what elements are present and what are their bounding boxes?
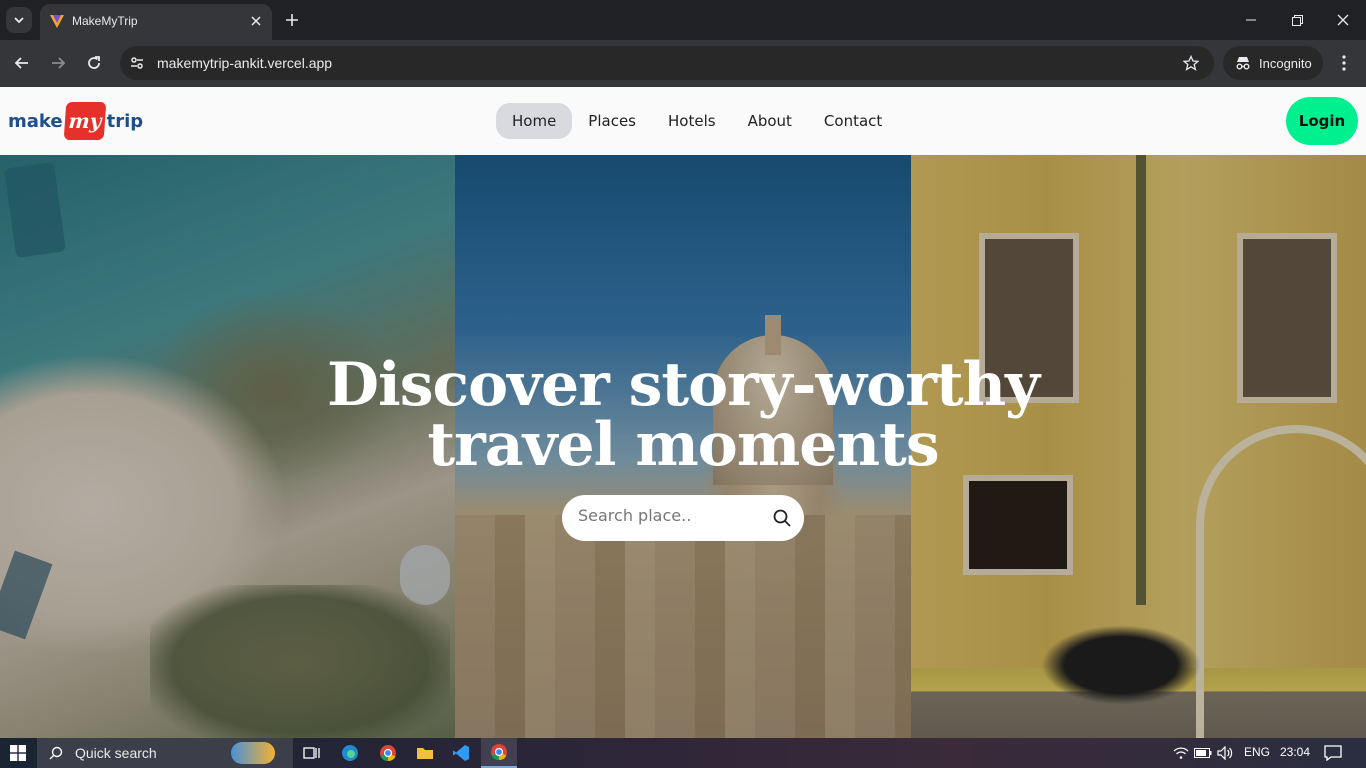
hero-title: Discover story-worthy travel moments xyxy=(0,355,1366,475)
forward-button[interactable] xyxy=(47,52,69,74)
tab-close-button[interactable] xyxy=(248,13,264,29)
incognito-indicator[interactable]: Incognito xyxy=(1223,46,1323,80)
folder-icon xyxy=(417,748,433,759)
reload-button[interactable] xyxy=(83,52,105,74)
back-button[interactable] xyxy=(11,52,33,74)
task-view-button[interactable] xyxy=(301,742,323,764)
edge-icon xyxy=(342,745,358,761)
address-bar[interactable]: makemytrip-ankit.vercel.app xyxy=(120,46,1214,80)
nav-hotels[interactable]: Hotels xyxy=(652,103,732,139)
tune-icon xyxy=(131,57,143,69)
incognito-label: Incognito xyxy=(1259,55,1312,71)
nav-about[interactable]: About xyxy=(732,103,808,139)
chrome-icon xyxy=(491,744,507,761)
search-icon[interactable] xyxy=(772,508,792,528)
restore-button[interactable] xyxy=(1274,6,1320,34)
close-icon xyxy=(251,16,261,26)
chrome-icon xyxy=(380,745,396,762)
search-highlight-icon xyxy=(230,742,275,764)
chevron-down-icon xyxy=(14,17,24,24)
logo-text-my: my xyxy=(67,109,102,133)
speaker-icon xyxy=(1217,746,1233,760)
tab-search-button[interactable] xyxy=(6,7,32,33)
arrow-left-icon xyxy=(14,57,28,69)
browser-menu-button[interactable] xyxy=(1334,53,1354,73)
taskbar-search[interactable]: Quick search xyxy=(37,738,293,768)
search-icon xyxy=(49,746,63,760)
network-status[interactable] xyxy=(1170,742,1192,764)
reload-icon xyxy=(88,56,100,69)
windows-taskbar: Quick search ENG 23:04 xyxy=(0,738,1366,768)
battery-status[interactable] xyxy=(1192,742,1214,764)
hero-title-line-2: travel moments xyxy=(427,410,939,480)
input-language[interactable]: ENG xyxy=(1244,745,1270,759)
arrow-right-icon xyxy=(52,57,66,69)
browser-tab[interactable]: MakeMyTrip xyxy=(40,4,272,40)
taskbar-chrome-active[interactable] xyxy=(481,738,517,768)
notifications-button[interactable] xyxy=(1322,742,1344,764)
browser-toolbar: makemytrip-ankit.vercel.app Incognito xyxy=(0,40,1366,87)
site-navbar: make my trip Home Places Hotels About Co… xyxy=(0,87,1366,155)
login-button[interactable]: Login xyxy=(1286,97,1358,145)
more-vertical-icon xyxy=(1342,55,1346,71)
browser-tab-strip: MakeMyTrip xyxy=(0,0,1366,40)
nav-home[interactable]: Home xyxy=(496,103,573,139)
wifi-icon xyxy=(1173,747,1189,759)
restore-icon xyxy=(1291,14,1303,26)
taskbar-chrome[interactable] xyxy=(377,742,399,764)
windows-start-icon[interactable] xyxy=(10,745,26,761)
taskbar-file-explorer[interactable] xyxy=(414,742,436,764)
logo-text-trip: trip xyxy=(106,110,144,132)
vscode-icon xyxy=(453,745,469,761)
volume-control[interactable] xyxy=(1214,742,1236,764)
taskbar-vscode[interactable] xyxy=(450,742,472,764)
notification-icon xyxy=(1324,745,1342,761)
tab-title: MakeMyTrip xyxy=(72,14,138,28)
minimize-icon xyxy=(1246,19,1256,21)
site-info-button[interactable] xyxy=(128,54,146,72)
taskbar-edge[interactable] xyxy=(339,742,361,764)
url-text: makemytrip-ankit.vercel.app xyxy=(157,55,333,71)
place-search-box xyxy=(562,495,804,541)
new-tab-button[interactable] xyxy=(282,10,302,30)
main-nav: Home Places Hotels About Contact xyxy=(496,103,898,139)
incognito-icon xyxy=(1236,57,1250,70)
battery-icon xyxy=(1194,748,1212,758)
logo-text-make: make xyxy=(8,110,63,132)
task-view-icon xyxy=(303,747,320,759)
taskbar-search-label: Quick search xyxy=(75,745,157,761)
makemytrip-favicon-icon xyxy=(50,15,64,28)
hero-title-line-1: Discover story-worthy xyxy=(326,350,1040,420)
close-icon xyxy=(1337,14,1349,26)
close-window-button[interactable] xyxy=(1320,6,1366,34)
nav-contact[interactable]: Contact xyxy=(808,103,898,139)
bookmark-button[interactable] xyxy=(1182,54,1200,72)
nav-places[interactable]: Places xyxy=(572,103,652,139)
plus-icon xyxy=(286,14,298,26)
star-icon xyxy=(1183,55,1199,71)
search-input[interactable] xyxy=(578,506,758,525)
hero-section: Discover story-worthy travel moments xyxy=(0,155,1366,738)
clock[interactable]: 23:04 xyxy=(1280,745,1310,759)
logo-badge: my xyxy=(63,102,106,140)
makemytrip-logo[interactable]: make my trip xyxy=(8,102,143,140)
minimize-button[interactable] xyxy=(1228,6,1274,34)
